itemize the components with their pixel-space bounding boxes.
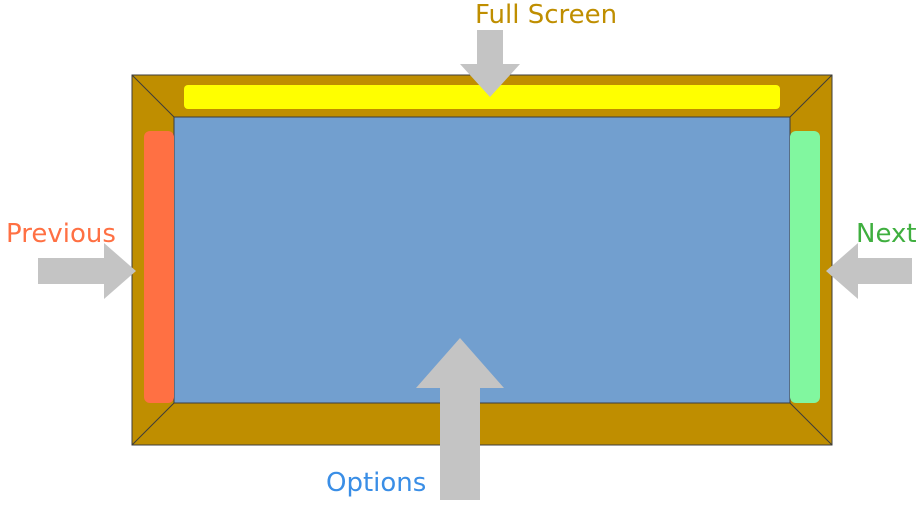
previous-hot-zone[interactable] — [144, 131, 174, 403]
options-label: Options — [326, 468, 426, 498]
screen-frame — [132, 75, 832, 445]
fullscreen-hot-zone[interactable] — [184, 85, 780, 109]
screen-center — [174, 117, 790, 403]
previous-label: Previous — [6, 219, 116, 249]
fullscreen-label: Full Screen — [475, 0, 617, 30]
next-hot-zone[interactable] — [790, 131, 820, 403]
next-arrow-icon — [826, 243, 912, 299]
previous-arrow-icon — [38, 243, 136, 299]
next-label: Next — [856, 219, 917, 249]
